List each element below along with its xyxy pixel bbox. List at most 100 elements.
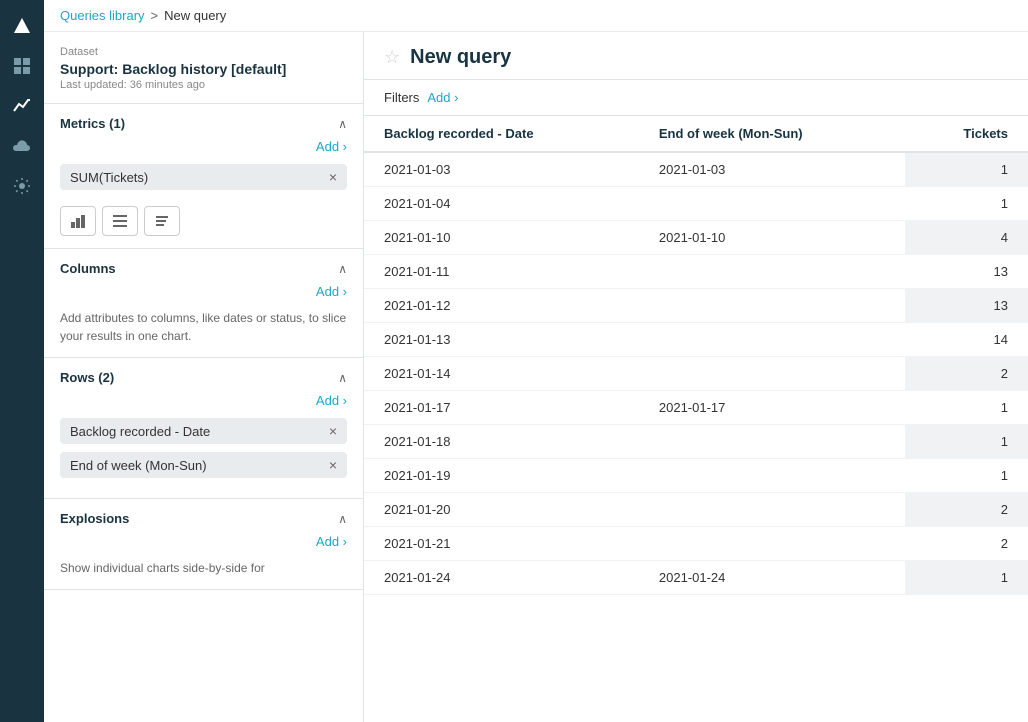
rows-chip-remove-0[interactable]: × bbox=[329, 423, 337, 439]
metrics-chip-label: SUM(Tickets) bbox=[70, 170, 148, 185]
cell-week bbox=[639, 289, 905, 323]
explosions-chevron[interactable]: ∧ bbox=[338, 512, 347, 526]
table-row: 2021-01-142 bbox=[364, 357, 1028, 391]
data-table: Backlog recorded - Date End of week (Mon… bbox=[364, 116, 1028, 595]
breadcrumb-library-link[interactable]: Queries library bbox=[60, 8, 145, 23]
cell-date: 2021-01-21 bbox=[364, 527, 639, 561]
cell-week: 2021-01-10 bbox=[639, 221, 905, 255]
table-row: 2021-01-1314 bbox=[364, 323, 1028, 357]
cell-date: 2021-01-04 bbox=[364, 187, 639, 221]
metrics-add-link[interactable]: Add › bbox=[60, 139, 347, 154]
data-table-container: Backlog recorded - Date End of week (Mon… bbox=[364, 116, 1028, 722]
table-row: 2021-01-19 1 bbox=[364, 459, 1028, 493]
explosions-hint: Show individual charts side-by-side for bbox=[60, 559, 347, 577]
columns-title: Columns bbox=[60, 261, 116, 276]
rows-chip-0: Backlog recorded - Date × bbox=[60, 418, 347, 444]
star-icon[interactable]: ☆ bbox=[384, 47, 400, 68]
query-header: ☆ New query bbox=[364, 32, 1028, 80]
rows-chip-label-0: Backlog recorded - Date bbox=[70, 424, 210, 439]
cell-tickets: 2 bbox=[905, 527, 1028, 561]
cell-week bbox=[639, 425, 905, 459]
explosions-header: Explosions ∧ bbox=[60, 511, 347, 526]
cell-week: 2021-01-17 bbox=[639, 391, 905, 425]
chart-type-icons bbox=[60, 206, 347, 236]
rows-title: Rows (2) bbox=[60, 370, 114, 385]
text-chart-icon[interactable] bbox=[144, 206, 180, 236]
sidebar: Dataset Support: Backlog history [defaul… bbox=[44, 32, 364, 722]
col-header-date: Backlog recorded - Date bbox=[364, 116, 639, 152]
cell-week bbox=[639, 493, 905, 527]
explosions-add-link[interactable]: Add › bbox=[60, 534, 347, 549]
metrics-section: Metrics (1) ∧ Add › SUM(Tickets) × bbox=[44, 104, 363, 249]
rows-add-link[interactable]: Add › bbox=[60, 393, 347, 408]
metrics-chevron[interactable]: ∧ bbox=[338, 117, 347, 131]
cell-tickets: 13 bbox=[905, 255, 1028, 289]
query-title: New query bbox=[410, 46, 511, 69]
columns-header: Columns ∧ bbox=[60, 261, 347, 276]
cell-date: 2021-01-10 bbox=[364, 221, 639, 255]
table-chart-icon[interactable] bbox=[102, 206, 138, 236]
cell-date: 2021-01-11 bbox=[364, 255, 639, 289]
cell-date: 2021-01-17 bbox=[364, 391, 639, 425]
cell-date: 2021-01-13 bbox=[364, 323, 639, 357]
rows-chevron[interactable]: ∧ bbox=[338, 371, 347, 385]
cloud-icon[interactable] bbox=[4, 128, 40, 164]
table-row: 2021-01-041 bbox=[364, 187, 1028, 221]
cell-tickets: 2 bbox=[905, 357, 1028, 391]
table-row: 2021-01-242021-01-241 bbox=[364, 561, 1028, 595]
cell-week bbox=[639, 527, 905, 561]
rows-chip-remove-1[interactable]: × bbox=[329, 457, 337, 473]
logo-icon[interactable] bbox=[4, 8, 40, 44]
breadcrumb-current: New query bbox=[164, 8, 226, 23]
cell-week: 2021-01-03 bbox=[639, 152, 905, 187]
filters-bar: Filters Add › bbox=[364, 80, 1028, 116]
explosions-title: Explosions bbox=[60, 511, 129, 526]
cell-date: 2021-01-03 bbox=[364, 152, 639, 187]
table-row: 2021-01-032021-01-031 bbox=[364, 152, 1028, 187]
table-row: 2021-01-18 1 bbox=[364, 425, 1028, 459]
cell-week bbox=[639, 255, 905, 289]
bar-chart-icon[interactable] bbox=[60, 206, 96, 236]
cell-date: 2021-01-18 bbox=[364, 425, 639, 459]
rows-chips-container: Backlog recorded - Date×End of week (Mon… bbox=[60, 418, 347, 486]
metrics-title: Metrics (1) bbox=[60, 116, 125, 131]
cell-tickets: 2 bbox=[905, 493, 1028, 527]
cell-tickets: 4 bbox=[905, 221, 1028, 255]
metrics-chip-remove[interactable]: × bbox=[329, 169, 337, 185]
columns-hint: Add attributes to columns, like dates or… bbox=[60, 309, 347, 345]
filters-add-link[interactable]: Add › bbox=[427, 90, 458, 105]
settings-icon[interactable] bbox=[4, 168, 40, 204]
grid-icon[interactable] bbox=[4, 48, 40, 84]
cell-tickets: 1 bbox=[905, 425, 1028, 459]
cell-week bbox=[639, 357, 905, 391]
cell-week bbox=[639, 187, 905, 221]
cell-week bbox=[639, 323, 905, 357]
cell-tickets: 1 bbox=[905, 152, 1028, 187]
table-row: 2021-01-1213 bbox=[364, 289, 1028, 323]
table-row: 2021-01-172021-01-171 bbox=[364, 391, 1028, 425]
chart-nav-icon[interactable] bbox=[4, 88, 40, 124]
main-content: Queries library > New query Dataset Supp… bbox=[44, 0, 1028, 722]
columns-add-link[interactable]: Add › bbox=[60, 284, 347, 299]
table-row: 2021-01-102021-01-104 bbox=[364, 221, 1028, 255]
rows-section: Rows (2) ∧ Add › Backlog recorded - Date… bbox=[44, 358, 363, 499]
metrics-chip: SUM(Tickets) × bbox=[60, 164, 347, 190]
rows-chip-label-1: End of week (Mon-Sun) bbox=[70, 458, 207, 473]
table-row: 2021-01-21 2 bbox=[364, 527, 1028, 561]
metrics-header: Metrics (1) ∧ bbox=[60, 116, 347, 131]
table-row: 2021-01-202 bbox=[364, 493, 1028, 527]
main-panel: ☆ New query Filters Add › Backlog record… bbox=[364, 32, 1028, 722]
columns-chevron[interactable]: ∧ bbox=[338, 262, 347, 276]
cell-tickets: 1 bbox=[905, 561, 1028, 595]
dataset-section: Dataset Support: Backlog history [defaul… bbox=[44, 32, 363, 104]
cell-date: 2021-01-19 bbox=[364, 459, 639, 493]
filters-label: Filters bbox=[384, 90, 419, 105]
table-body: 2021-01-032021-01-0312021-01-0412021-01-… bbox=[364, 152, 1028, 595]
rows-chip-1: End of week (Mon-Sun) × bbox=[60, 452, 347, 478]
columns-section: Columns ∧ Add › Add attributes to column… bbox=[44, 249, 363, 358]
cell-tickets: 1 bbox=[905, 459, 1028, 493]
dataset-label: Dataset bbox=[60, 46, 347, 58]
breadcrumb-separator: > bbox=[151, 8, 159, 23]
cell-tickets: 1 bbox=[905, 391, 1028, 425]
dataset-name: Support: Backlog history [default] bbox=[60, 61, 347, 77]
